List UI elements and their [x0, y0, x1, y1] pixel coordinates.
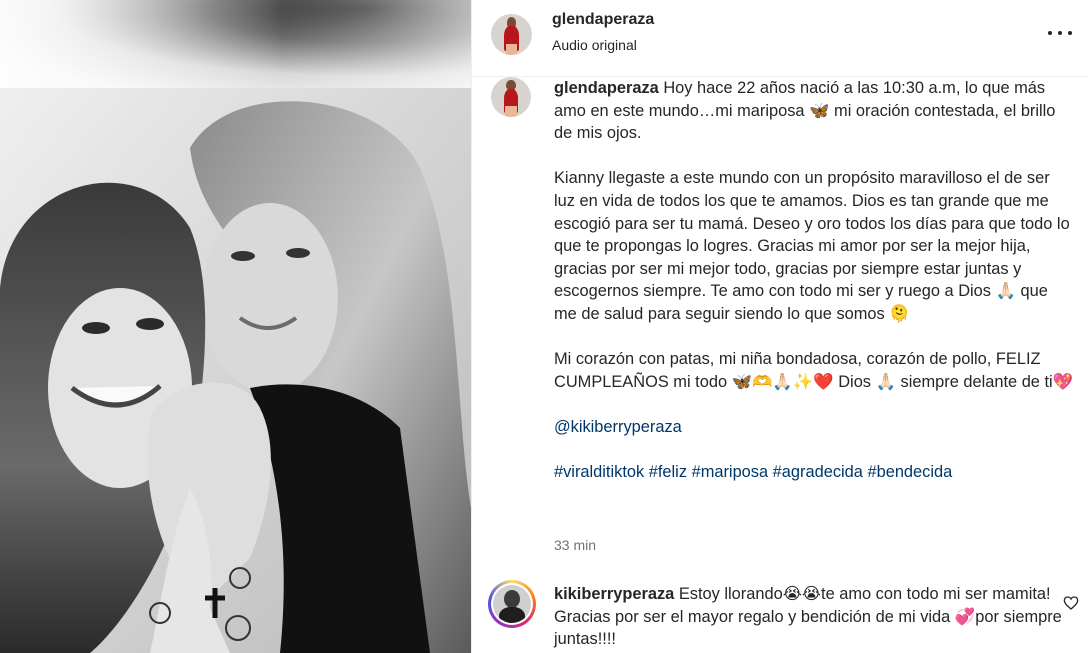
mention-link[interactable]: @kikiberryperaza — [554, 418, 682, 436]
caption-paragraph-3: Mi corazón con patas, mi niña bondadosa,… — [554, 350, 1074, 391]
hashtag-link[interactable]: #feliz — [649, 463, 687, 481]
heart-outline-icon[interactable] — [1063, 595, 1079, 611]
comment-text: kikiberryperaza Estoy llorando😭😭te amo c… — [554, 583, 1066, 651]
hashtag-list: #viralditiktok #feliz #mariposa #agradec… — [554, 461, 1074, 484]
photo-illustration — [0, 88, 471, 653]
caption-author-avatar[interactable] — [491, 77, 531, 117]
hashtag-link[interactable]: #bendecida — [867, 463, 952, 481]
caption-username[interactable]: glendaperaza — [554, 79, 659, 97]
post-photo — [0, 88, 471, 653]
post-header: glendaperaza Audio original — [472, 0, 1088, 77]
audio-label[interactable]: Audio original — [552, 37, 637, 53]
post-timestamp[interactable]: 33 min — [554, 537, 596, 553]
comment-item: kikiberryperaza Estoy llorando😭😭te amo c… — [472, 577, 1088, 653]
hashtag-link[interactable]: #viralditiktok — [554, 463, 644, 481]
commenter-avatar — [493, 585, 531, 623]
hashtag-link[interactable]: #agradecida — [773, 463, 863, 481]
hashtag-link[interactable]: #mariposa — [692, 463, 769, 481]
author-username[interactable]: glendaperaza — [552, 11, 654, 29]
author-avatar[interactable] — [491, 14, 532, 55]
caption-text: glendaperaza Hoy hace 22 años nació a la… — [554, 77, 1074, 484]
more-options-icon[interactable] — [1048, 22, 1072, 44]
post-media[interactable] — [0, 0, 471, 653]
post-details-panel: glendaperaza Audio original glendaperaza… — [471, 0, 1088, 653]
media-overlay — [0, 0, 471, 88]
caption-paragraph-2: Kianny llegaste a este mundo con un prop… — [554, 169, 1070, 323]
post-caption: glendaperaza Hoy hace 22 años nació a la… — [472, 77, 1088, 577]
story-ring[interactable] — [488, 580, 536, 628]
commenter-username[interactable]: kikiberryperaza — [554, 585, 674, 603]
